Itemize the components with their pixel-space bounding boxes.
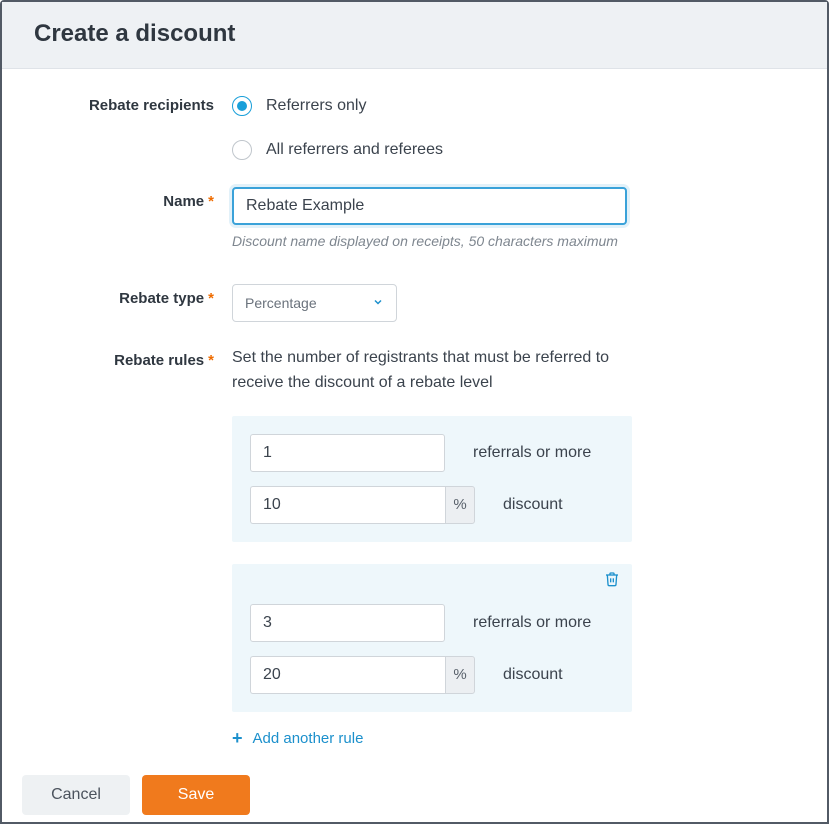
referrals-label: referrals or more (473, 614, 591, 632)
trash-icon (604, 571, 620, 592)
discount-group: % (250, 656, 475, 694)
field-rebate-rules: Set the number of registrants that must … (232, 346, 652, 749)
save-button[interactable]: Save (142, 775, 250, 815)
radio-label: All referrers and referees (266, 141, 443, 159)
discount-input[interactable] (250, 486, 445, 524)
discount-input[interactable] (250, 656, 445, 694)
row-recipients: Rebate recipients Referrers only All ref… (34, 91, 795, 179)
rule-discount-row: % discount (250, 656, 614, 694)
modal-title: Create a discount (34, 20, 795, 48)
delete-rule-button[interactable] (602, 572, 622, 592)
add-rule-label: Add another rule (253, 730, 364, 747)
field-rebate-type: Percentage (232, 284, 652, 322)
rebate-type-select[interactable]: Percentage (232, 284, 397, 322)
row-rebate-rules: Rebate rules* Set the number of registra… (34, 346, 795, 749)
rules-description: Set the number of registrants that must … (232, 346, 652, 396)
plus-icon: + (232, 728, 243, 749)
threshold-input[interactable] (250, 434, 445, 472)
discount-group: % (250, 486, 475, 524)
discount-label: discount (503, 496, 563, 514)
radio-indicator-unchecked (232, 140, 252, 160)
referrals-label: referrals or more (473, 444, 591, 462)
radio-all-referrers-referees[interactable]: All referrers and referees (232, 135, 652, 165)
label-rebate-rules: Rebate rules* (34, 346, 232, 369)
chevron-down-icon (372, 296, 384, 311)
cancel-button[interactable]: Cancel (22, 775, 130, 815)
radio-label: Referrers only (266, 97, 366, 115)
rule-discount-row: % discount (250, 486, 614, 524)
threshold-input[interactable] (250, 604, 445, 642)
discount-label: discount (503, 666, 563, 684)
label-recipients: Rebate recipients (34, 91, 232, 114)
modal-footer: Cancel Save (2, 757, 827, 833)
name-hint: Discount name displayed on receipts, 50 … (232, 231, 632, 252)
rule-threshold-row: referrals or more (250, 434, 614, 472)
field-recipients: Referrers only All referrers and referee… (232, 91, 652, 179)
radio-referrers-only[interactable]: Referrers only (232, 91, 652, 121)
name-input[interactable] (232, 187, 627, 225)
select-value: Percentage (245, 295, 317, 311)
rule-card: referrals or more % discount (232, 416, 632, 542)
label-name: Name* (34, 187, 232, 210)
label-rebate-type: Rebate type* (34, 284, 232, 307)
rule-card: referrals or more % discount (232, 564, 632, 712)
percent-addon: % (445, 486, 475, 524)
percent-addon: % (445, 656, 475, 694)
modal-body: Rebate recipients Referrers only All ref… (2, 69, 827, 749)
modal-header: Create a discount (2, 2, 827, 69)
row-name: Name* Discount name displayed on receipt… (34, 187, 795, 252)
rule-threshold-row: referrals or more (250, 604, 614, 642)
add-rule-link[interactable]: + Add another rule (232, 728, 652, 749)
row-rebate-type: Rebate type* Percentage (34, 284, 795, 322)
field-name: Discount name displayed on receipts, 50 … (232, 187, 652, 252)
radio-indicator-checked (232, 96, 252, 116)
